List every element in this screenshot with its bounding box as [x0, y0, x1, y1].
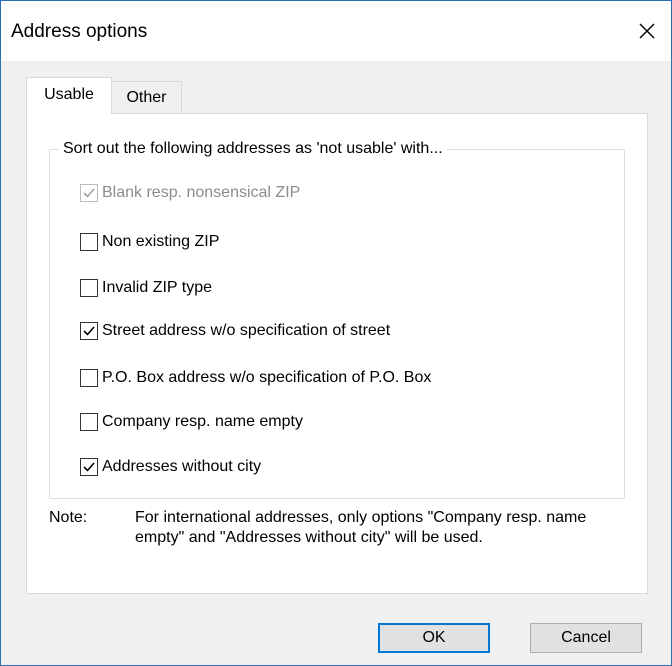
- option-non-existing-zip[interactable]: Non existing ZIP: [80, 230, 219, 254]
- ok-button[interactable]: OK: [378, 623, 490, 653]
- option-label: Invalid ZIP type: [102, 279, 212, 296]
- checkbox[interactable]: [80, 279, 98, 297]
- option-label: Street address w/o specification of stre…: [102, 322, 391, 339]
- title-bar: Address options: [1, 1, 671, 61]
- option-without-city[interactable]: Addresses without city: [80, 455, 261, 479]
- checkbox[interactable]: [80, 233, 98, 251]
- checkbox[interactable]: [80, 413, 98, 431]
- checkbox[interactable]: [80, 184, 98, 202]
- note-label: Note:: [49, 509, 88, 526]
- option-label: Addresses without city: [102, 458, 262, 475]
- checkmark-icon: [83, 462, 95, 472]
- tab-other[interactable]: Other: [112, 81, 182, 112]
- tab-usable[interactable]: Usable: [26, 77, 112, 114]
- groupbox-legend: Sort out the following addresses as 'not…: [59, 138, 447, 160]
- checkmark-icon: [83, 326, 95, 336]
- close-button[interactable]: [633, 17, 661, 45]
- option-po-box-without-po-box[interactable]: P.O. Box address w/o specification of P.…: [80, 366, 431, 390]
- address-options-dialog: Address options Usable Other Sort out th…: [0, 0, 672, 666]
- option-blank-zip[interactable]: Blank resp. nonsensical ZIP: [80, 181, 300, 205]
- option-label: Non existing ZIP: [102, 233, 220, 250]
- dialog-client-area: Usable Other Sort out the following addr…: [1, 61, 671, 665]
- checkbox[interactable]: [80, 369, 98, 387]
- option-label: P.O. Box address w/o specification of P.…: [102, 369, 432, 386]
- checkbox[interactable]: [80, 458, 98, 476]
- checkbox[interactable]: [80, 322, 98, 340]
- option-company-name-empty[interactable]: Company resp. name empty: [80, 410, 303, 434]
- option-invalid-zip-type[interactable]: Invalid ZIP type: [80, 276, 212, 300]
- not-usable-groupbox: Sort out the following addresses as 'not…: [49, 138, 625, 499]
- option-street-without-street[interactable]: Street address w/o specification of stre…: [80, 319, 390, 343]
- window-title: Address options: [11, 21, 148, 42]
- cancel-button[interactable]: Cancel: [530, 623, 642, 653]
- checkmark-icon: [83, 188, 95, 198]
- close-icon: [633, 17, 661, 45]
- option-label: Blank resp. nonsensical ZIP: [102, 184, 301, 201]
- tab-page-usable: Sort out the following addresses as 'not…: [26, 113, 648, 594]
- option-label: Company resp. name empty: [102, 413, 303, 430]
- note-text: For international addresses, only option…: [135, 509, 587, 546]
